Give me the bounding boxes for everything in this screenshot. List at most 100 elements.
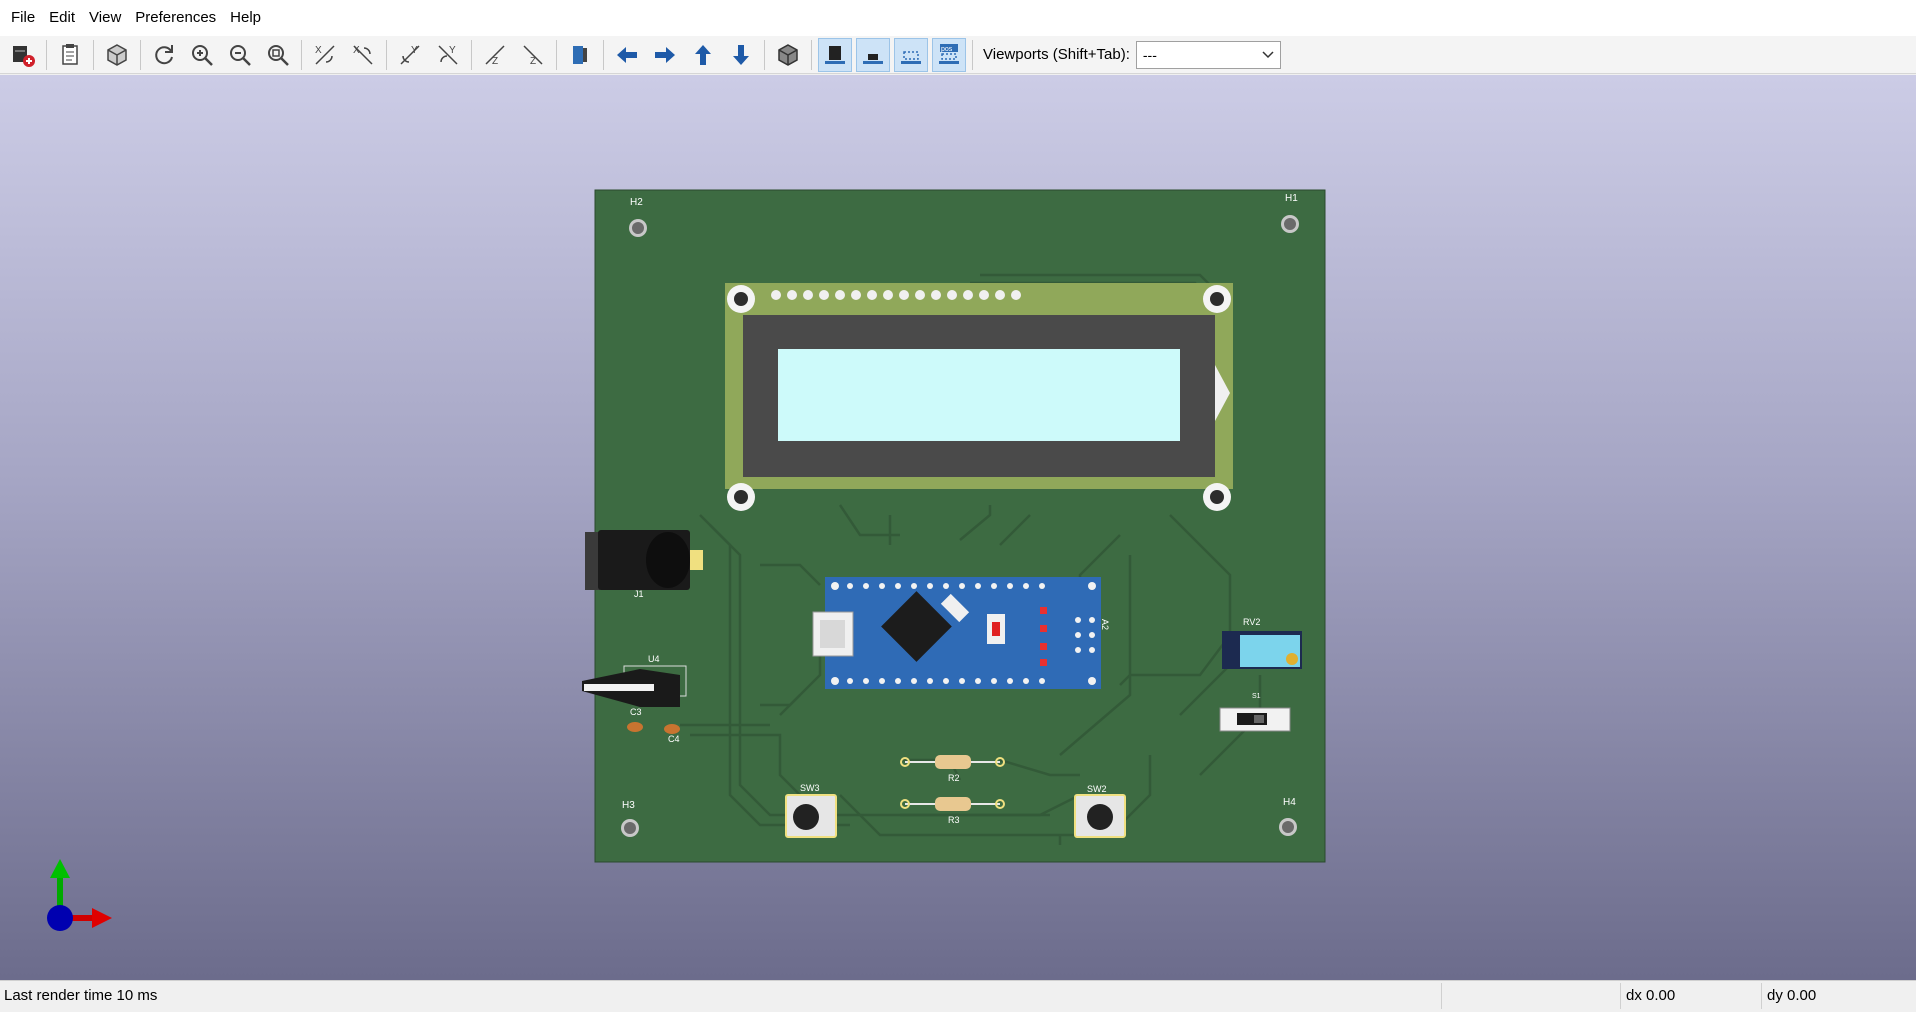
move-down-icon [733, 44, 749, 65]
toolbar-separator [46, 39, 47, 70]
render-time-status: Last render time 10 ms [4, 987, 158, 1004]
menu-file[interactable]: File [4, 4, 42, 32]
svg-text:Z: Z [530, 56, 536, 67]
show-smd-button[interactable] [856, 37, 890, 72]
toolbar-separator [972, 39, 973, 70]
rotate-y-ccw-button[interactable]: Y [431, 38, 465, 72]
label-r3: R3 [948, 815, 960, 825]
toolbar-separator [471, 39, 472, 70]
show-not-in-pos-icon: pos [939, 43, 959, 64]
zoom-out-icon [230, 44, 251, 66]
3d-viewport-canvas[interactable]: H2 H1 H3 H4 J1 U4 C3 C4 A2 RV2 S1 R2 R3 … [0, 75, 1916, 980]
svg-text:X: X [315, 45, 322, 56]
rotate-z-ccw-icon: Z [523, 44, 543, 67]
label-h1: H1 [1285, 193, 1298, 204]
rotate-y-cw-button[interactable]: Y [393, 38, 427, 72]
label-s1: S1 [1252, 693, 1261, 700]
rotate-y-ccw-icon: Y [438, 45, 458, 65]
viewports-label: Viewports (Shift+Tab): [983, 46, 1130, 63]
show-tht-button[interactable] [818, 37, 852, 72]
rotate-y-cw-icon: Y [400, 45, 420, 65]
move-up-button[interactable] [686, 38, 720, 72]
move-right-button[interactable] [648, 38, 682, 72]
slide-switch-s1 [1219, 707, 1291, 732]
zoom-fit-icon [268, 44, 289, 66]
chevron-down-icon [1262, 50, 1274, 58]
ortho-perspective-icon [778, 43, 798, 66]
move-left-icon [617, 46, 637, 63]
label-rv2: RV2 [1243, 617, 1260, 627]
label-c4: C4 [668, 734, 680, 744]
zoom-out-button[interactable] [223, 38, 257, 72]
label-j1: J1 [634, 589, 644, 599]
menu-preferences[interactable]: Preferences [128, 4, 223, 32]
export-image-icon [13, 45, 35, 67]
menu-view[interactable]: View [82, 4, 128, 32]
label-h2: H2 [630, 197, 643, 208]
label-r2: R2 [948, 773, 960, 783]
potentiometer-rv2 [1222, 631, 1302, 669]
rotate-x-cw-button[interactable]: X [308, 38, 342, 72]
toolbar: X X Y Y Z Z pos Viewports (Shift+Tab): -… [0, 36, 1916, 74]
menu-help[interactable]: Help [223, 4, 268, 32]
arduino-nano-a2 [812, 577, 1101, 689]
svg-text:Y: Y [411, 45, 418, 56]
status-separator [1620, 983, 1621, 1009]
rotate-z-cw-icon: Z [485, 44, 505, 67]
svg-text:Z: Z [492, 56, 498, 67]
move-down-button[interactable] [724, 38, 758, 72]
rotate-x-cw-icon: X [315, 45, 335, 65]
label-a2: A2 [1100, 619, 1110, 630]
rotate-x-ccw-button[interactable]: X [346, 38, 380, 72]
pushbutton-sw3 [785, 794, 837, 838]
dc-jack-j1 [585, 530, 703, 590]
toolbar-separator [93, 39, 94, 70]
zoom-in-button[interactable] [185, 38, 219, 72]
show-smd-icon [863, 53, 883, 64]
label-h3: H3 [622, 800, 635, 811]
menu-bar: File Edit View Preferences Help [0, 0, 1916, 36]
label-u4: U4 [648, 654, 660, 664]
show-virtual-icon [901, 50, 921, 64]
ortho-perspective-button[interactable] [771, 38, 805, 72]
toolbar-separator [764, 39, 765, 70]
rotate-z-ccw-button[interactable]: Z [516, 38, 550, 72]
viewports-value: --- [1142, 46, 1157, 63]
flip-board-button[interactable] [563, 38, 597, 72]
menu-edit[interactable]: Edit [42, 4, 82, 32]
toolbar-separator [140, 39, 141, 70]
move-right-icon [655, 46, 675, 63]
zoom-fit-button[interactable] [261, 38, 295, 72]
copy-clipboard-button[interactable] [53, 38, 87, 72]
move-left-button[interactable] [610, 38, 644, 72]
toolbar-separator [811, 39, 812, 70]
show-virtual-button[interactable] [894, 37, 928, 72]
dx-readout: dx 0.00 [1626, 987, 1676, 1004]
toolbar-separator [603, 39, 604, 70]
rotate-z-cw-button[interactable]: Z [478, 38, 512, 72]
reload-button[interactable] [147, 38, 181, 72]
label-sw3: SW3 [800, 783, 820, 793]
pushbutton-sw2 [1074, 794, 1126, 838]
svg-text:pos: pos [941, 46, 953, 53]
status-separator [1761, 983, 1762, 1009]
copy-clipboard-icon [62, 43, 78, 65]
export-image-button[interactable] [6, 38, 40, 72]
svg-text:X: X [353, 45, 360, 56]
svg-text:Y: Y [449, 45, 456, 56]
show-not-in-pos-button[interactable]: pos [932, 37, 966, 72]
lcd-screen [778, 349, 1180, 441]
zoom-in-icon [192, 44, 213, 66]
label-h4: H4 [1283, 797, 1296, 808]
label-sw2: SW2 [1087, 784, 1107, 794]
flip-board-icon [573, 45, 587, 64]
dy-readout: dy 0.00 [1767, 987, 1817, 1004]
label-c3: C3 [630, 707, 642, 717]
toolbar-separator [556, 39, 557, 70]
render-toggle-button[interactable] [100, 38, 134, 72]
reload-icon [155, 44, 173, 64]
viewports-dropdown[interactable]: --- [1135, 40, 1281, 69]
toolbar-separator [386, 39, 387, 70]
move-up-icon [695, 44, 711, 65]
status-bar: Last render time 10 ms dx 0.00 dy 0.00 [0, 980, 1916, 1012]
